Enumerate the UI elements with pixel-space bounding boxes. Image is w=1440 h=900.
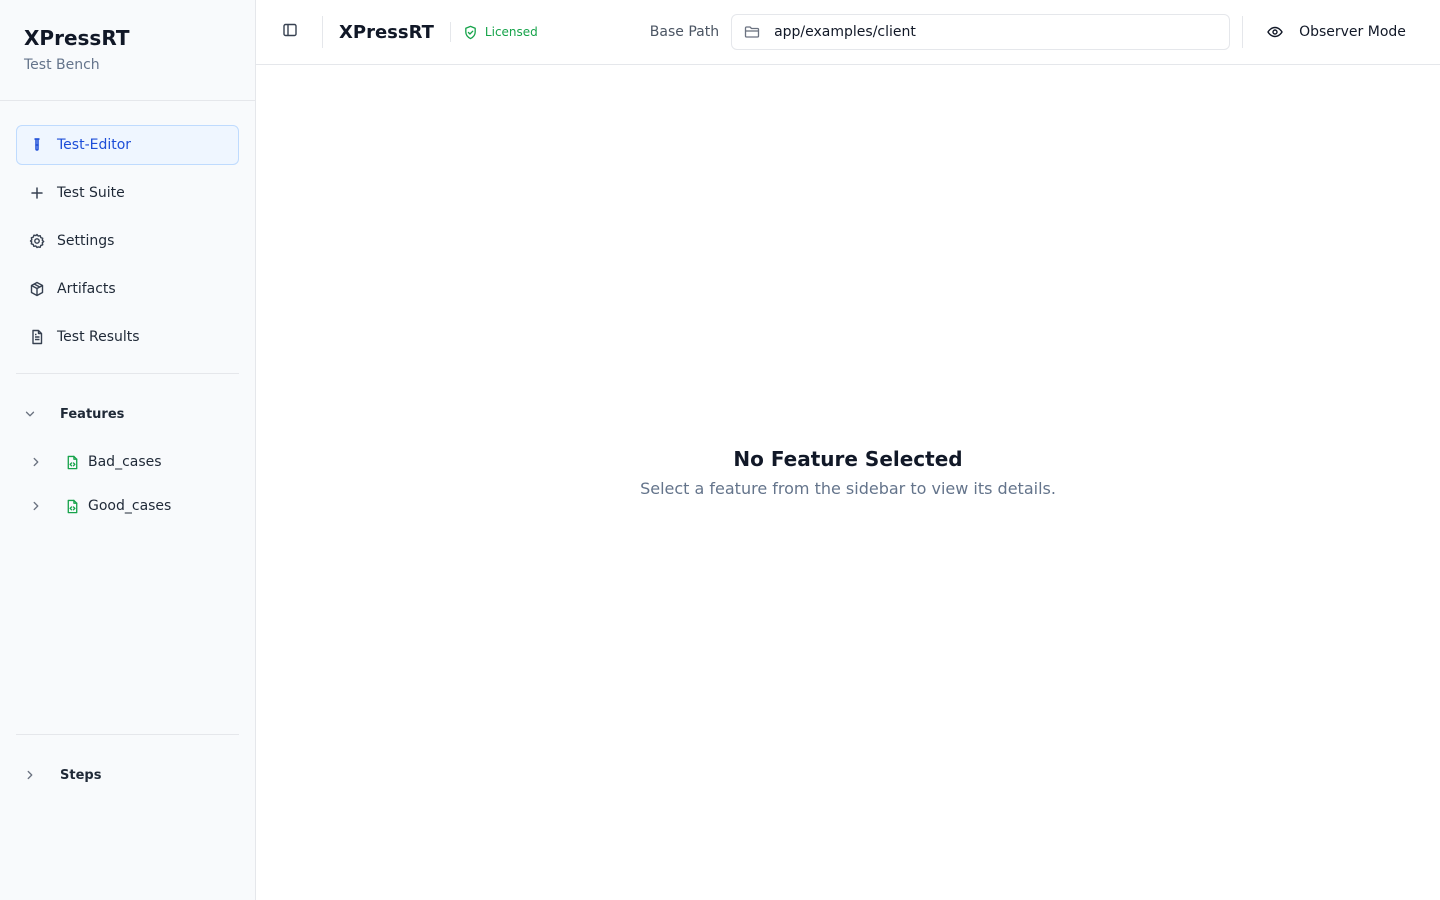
- base-path-label: Base Path: [649, 24, 720, 40]
- folder-icon: [744, 24, 760, 40]
- features-section: Features Bad_cases Good_cases: [0, 374, 255, 524]
- file-text-icon: [29, 329, 45, 345]
- nav-item-label: Test-Editor: [57, 137, 132, 153]
- feature-item-label: Bad_cases: [88, 454, 162, 470]
- features-list: Bad_cases Good_cases: [0, 434, 255, 524]
- main-content: No Feature Selected Select a feature fro…: [256, 65, 1440, 900]
- header-separator: [449, 22, 451, 42]
- file-code-icon: [64, 498, 80, 514]
- nav-item-test-suite[interactable]: Test Suite: [16, 173, 239, 213]
- brand-subtitle: Test Bench: [24, 57, 100, 73]
- features-toggle[interactable]: Features: [0, 394, 255, 434]
- observer-mode-button[interactable]: Observer Mode: [1243, 12, 1426, 52]
- main-nav: Test-Editor Test Suite Settings Artifact…: [0, 101, 255, 357]
- feature-item-label: Good_cases: [88, 498, 172, 514]
- nav-item-test-editor[interactable]: Test-Editor: [16, 125, 239, 165]
- sidebar-divider: [16, 734, 239, 735]
- nav-item-label: Test Suite: [57, 185, 125, 201]
- eye-icon: [1267, 24, 1283, 40]
- nav-item-label: Artifacts: [57, 281, 116, 297]
- nav-item-label: Settings: [57, 233, 115, 249]
- observer-mode-label: Observer Mode: [1299, 24, 1406, 40]
- nav-item-label: Test Results: [57, 329, 140, 345]
- chevron-right-icon[interactable]: [28, 498, 44, 514]
- chevron-right-icon: [22, 767, 38, 783]
- base-path-input[interactable]: [774, 24, 1195, 40]
- nav-item-artifacts[interactable]: Artifacts: [16, 269, 239, 309]
- steps-toggle[interactable]: Steps: [0, 755, 255, 795]
- chevron-right-icon[interactable]: [28, 454, 44, 470]
- brand-title: XPressRT: [24, 26, 130, 50]
- chevron-down-icon: [22, 406, 38, 422]
- test-tube-icon: [29, 137, 45, 153]
- steps-heading: Steps: [60, 767, 102, 783]
- empty-state-title: No Feature Selected: [733, 447, 963, 471]
- sidebar-toggle-button[interactable]: [274, 16, 306, 48]
- license-badge: Licensed: [463, 24, 538, 40]
- header-separator: [322, 16, 323, 48]
- steps-section: Steps: [0, 734, 255, 795]
- nav-item-test-results[interactable]: Test Results: [16, 317, 239, 357]
- app-title: XPressRT: [339, 21, 434, 43]
- sidebar: XPressRT Test Bench Test-Editor Test Sui…: [0, 0, 256, 900]
- license-label: Licensed: [484, 25, 538, 39]
- package-icon: [29, 281, 45, 297]
- nav-item-settings[interactable]: Settings: [16, 221, 239, 261]
- base-path-field[interactable]: [731, 14, 1231, 50]
- empty-state: No Feature Selected Select a feature fro…: [256, 445, 1440, 498]
- sidebar-toggle-icon: [282, 22, 298, 42]
- file-code-icon: [64, 454, 80, 470]
- plus-icon: [29, 185, 45, 201]
- empty-state-subtitle: Select a feature from the sidebar to vie…: [640, 479, 1056, 498]
- shield-check-icon: [463, 24, 479, 40]
- features-heading: Features: [60, 406, 125, 422]
- gear-icon: [29, 233, 45, 249]
- feature-item-good-cases[interactable]: Good_cases: [0, 488, 255, 524]
- brand-header: XPressRT Test Bench: [0, 0, 255, 101]
- top-bar: XPressRT Licensed Base Path Observer Mod…: [256, 0, 1440, 65]
- feature-item-bad-cases[interactable]: Bad_cases: [0, 444, 255, 480]
